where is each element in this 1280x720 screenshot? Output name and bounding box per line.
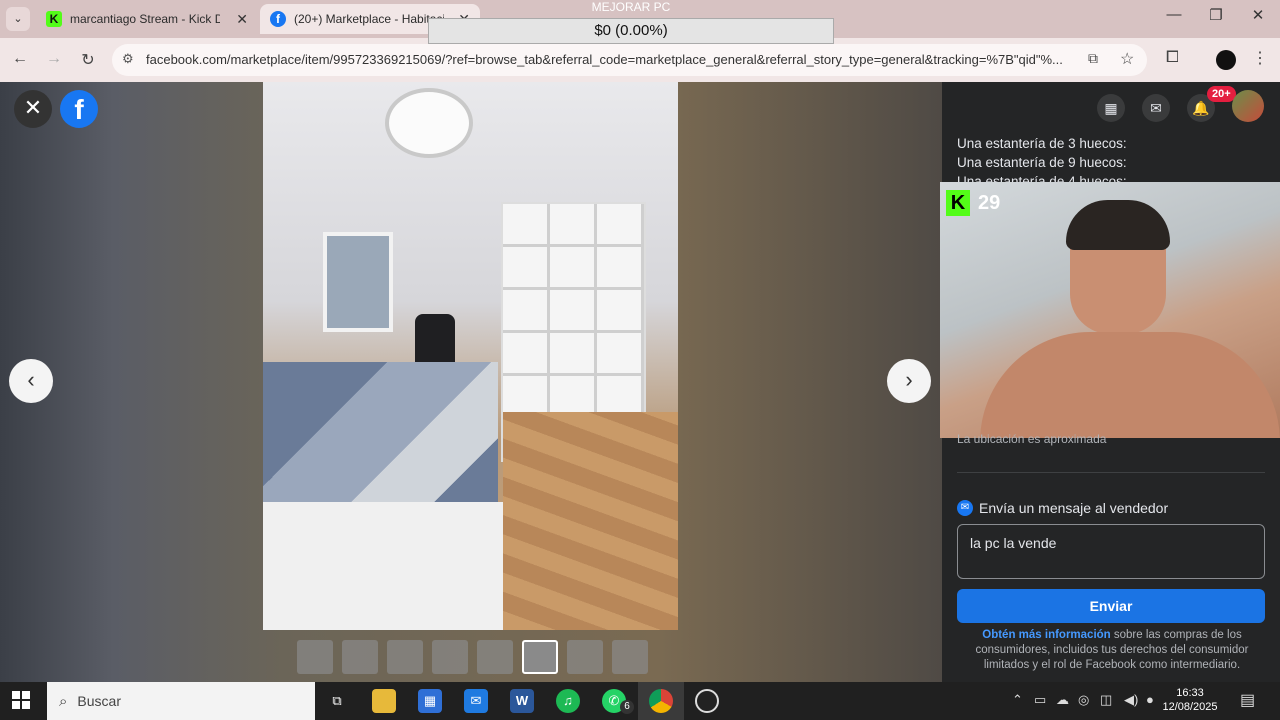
extensions-icon[interactable]: ⧠ [1166,49,1179,67]
microsoft-store-icon[interactable]: ▦ [418,689,442,713]
listing-photo [263,82,678,630]
close-window-icon[interactable]: ✕ [1238,6,1278,24]
clock-time: 16:33 [1176,687,1204,699]
overlay-value: $0 (0.00%) [428,18,834,44]
messenger-icon: ✉ [957,500,973,516]
kick-logo: K [946,190,970,216]
chrome-icon[interactable] [649,689,673,713]
photo-thumbnail[interactable] [612,640,648,674]
message-input[interactable] [957,524,1265,579]
photo-thumbnail[interactable] [297,640,333,674]
message-heading-text: Envía un mensaje al vendedor [979,500,1169,516]
bookmark-star-icon[interactable]: ☆ [1120,49,1134,69]
notifications-center-icon[interactable]: ▤ [1240,690,1255,710]
restore-icon[interactable]: ❐ [1196,6,1236,24]
streamer-body [980,332,1280,438]
menu-icon[interactable]: ⋮ [1252,48,1268,68]
kick-icon: K [46,11,62,27]
search-icon: ⌕ [59,692,68,710]
notifications-badge: 20+ [1207,86,1236,102]
send-button[interactable]: Enviar [957,589,1265,623]
photo-thumbnail[interactable] [387,640,423,674]
ceiling-lamp [385,88,473,158]
photo-thumbnail[interactable] [432,640,468,674]
tray-app-icon[interactable]: ▭ [1034,692,1046,708]
back-icon[interactable]: ← [8,50,32,68]
webcam-overlay [940,182,1280,438]
search-placeholder: Buscar [77,693,121,709]
browser-toolbar: ← → ↻ ⚙ facebook.com/marketplace/item/99… [0,38,1280,82]
viewer-count: 29 [978,192,1001,214]
divider [957,472,1265,473]
window [323,232,393,332]
reload-icon[interactable]: ↻ [76,50,100,70]
bed-frame [263,502,518,630]
next-photo-button[interactable]: › [887,359,931,403]
mail-icon[interactable]: ✉ [464,689,488,713]
photo-thumbnail[interactable] [567,640,603,674]
photo-thumbnail[interactable] [522,640,558,674]
close-viewer-button[interactable]: ✕ [14,90,52,128]
tab-kick-stream[interactable]: K marcantiago Stream - Kick Dash ✕ [36,4,258,34]
volume-icon[interactable]: ◀) [1124,692,1138,708]
whatsapp-badge: 6 [620,700,634,714]
spotify-icon[interactable]: ♫ [556,689,580,713]
streamer-hair [1066,200,1170,250]
tab-title: (20+) Marketplace - Habitació [294,12,444,26]
close-tab-icon[interactable]: ✕ [236,11,248,28]
overlay-title: MEJORAR PC [591,0,671,14]
system-clock[interactable]: 16:33 12/08/2025 [1162,686,1218,714]
cast-icon[interactable]: ⧉ [1088,50,1098,67]
description-line: Una estantería de 9 huecos: [957,155,1127,170]
tray-cloud-icon[interactable]: ☁ [1056,692,1069,708]
address-bar[interactable]: ⚙ facebook.com/marketplace/item/99572336… [112,44,1147,76]
url-text[interactable]: facebook.com/marketplace/item/9957233692… [146,52,1076,67]
forward-icon[interactable]: → [42,50,66,68]
tab-list-button[interactable]: ⌄ [6,7,30,31]
site-info-icon[interactable]: ⚙ [122,51,134,67]
tray-chevron-icon[interactable]: ⌃ [1012,692,1023,708]
windows-start-icon[interactable] [12,691,30,709]
file-explorer-icon[interactable] [372,689,396,713]
clock-date: 12/08/2025 [1162,701,1218,713]
tray-obs-icon[interactable]: ◎ [1078,692,1089,708]
previous-photo-button[interactable]: ‹ [9,359,53,403]
floor [503,412,678,630]
consumer-info: Obtén más información sobre las compras … [962,628,1262,673]
messenger-icon[interactable]: ✉ [1142,94,1170,122]
tab-title: marcantiago Stream - Kick Dash [70,12,220,26]
menu-grid-icon[interactable]: ▦ [1097,94,1125,122]
obs-icon[interactable] [695,689,719,713]
description-line: Una estantería de 3 huecos: [957,136,1127,151]
profile-avatar[interactable] [1216,50,1236,70]
task-view-icon[interactable]: ⧉ [325,689,349,713]
facebook-logo[interactable]: f [60,90,98,128]
photo-thumbnail[interactable] [342,640,378,674]
photo-thumbnail[interactable] [477,640,513,674]
learn-more-link[interactable]: Obtén más información [982,629,1110,641]
account-avatar[interactable] [1232,90,1264,122]
word-icon[interactable]: W [510,689,534,713]
location-note: La ubicación es aproximada [957,432,1107,446]
message-seller-heading: ✉ Envía un mensaje al vendedor [957,500,1168,516]
taskbar-search[interactable]: ⌕ Buscar [47,682,315,720]
facebook-icon: f [270,11,286,27]
network-icon[interactable]: ◫ [1100,692,1112,708]
minimize-icon[interactable]: — [1154,6,1194,23]
microphone-icon[interactable]: ● [1146,692,1154,707]
